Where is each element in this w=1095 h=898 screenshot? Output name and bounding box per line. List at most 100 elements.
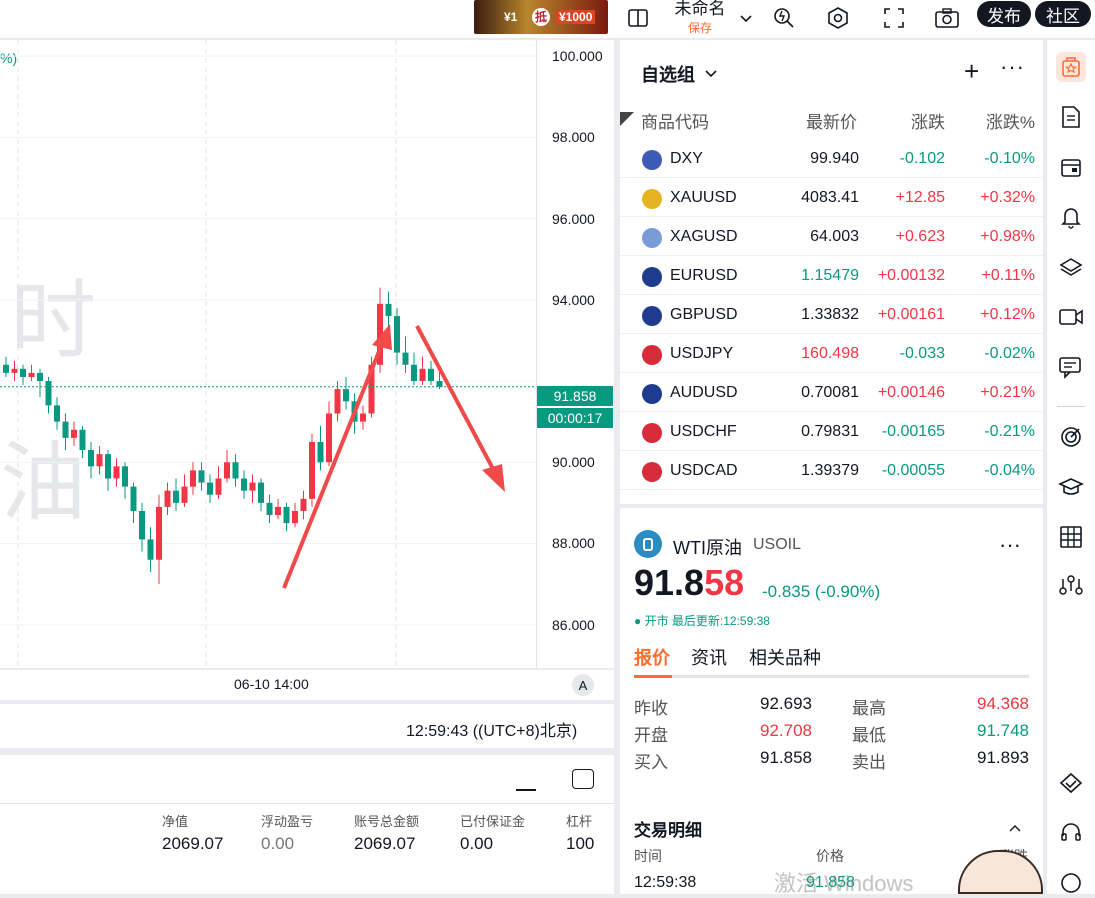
maximize-icon[interactable] <box>572 769 594 789</box>
down-arrow-head <box>482 464 505 492</box>
calendar-icon[interactable] <box>1056 152 1086 182</box>
price-change: -0.835 (-0.90%) <box>762 582 881 601</box>
activate-windows-watermark: 激活 Windows <box>774 871 914 896</box>
row-change-pct: +0.21% <box>980 384 1035 401</box>
bell-icon[interactable] <box>1056 202 1086 232</box>
stat-value: 92.708 <box>760 721 812 740</box>
watchlist-row-audusd[interactable]: AUDUSD 0.70081 +0.00146 +0.21% <box>620 374 1043 412</box>
candle-body <box>54 405 60 422</box>
col-change-pct[interactable]: 涨跌% <box>986 108 1035 133</box>
settings-icon[interactable] <box>824 4 852 32</box>
camera-icon[interactable] <box>933 4 961 32</box>
row-change: -0.00165 <box>881 423 945 440</box>
row-change: -0.102 <box>899 150 945 167</box>
top-toolbar: ¥1 抵 ¥1000 未命名 保存 发布 社区 <box>0 0 1095 38</box>
stat-value: 92.693 <box>760 694 812 713</box>
candle-body <box>105 454 111 479</box>
price-main: 91.8 <box>634 562 705 603</box>
watchlist-row-dxy[interactable]: DXY 99.940 -0.102 -0.10% <box>620 140 1043 178</box>
y-tick-label: 88.000 <box>552 535 595 552</box>
candle-body <box>45 381 52 406</box>
candle-body <box>385 303 392 317</box>
layout-name[interactable]: 未命名 保存 <box>670 0 730 36</box>
table-icon[interactable] <box>1056 522 1086 552</box>
row-last-price: 1.33832 <box>801 306 859 323</box>
timezone-display[interactable]: 12:59:43 ((UTC+8)北京) <box>406 717 577 741</box>
acc-equity-value: 2069.07 <box>162 834 224 853</box>
candle-body <box>207 482 213 495</box>
trade-col-price: 价格 <box>816 848 844 864</box>
row-last-price: 4083.41 <box>801 189 859 206</box>
col-last[interactable]: 最新价 <box>806 108 857 133</box>
row-last-price: 0.70081 <box>801 384 859 401</box>
right-sidebar <box>1047 40 1095 894</box>
network-icon[interactable] <box>1056 570 1086 600</box>
promo-banner[interactable]: ¥1 抵 ¥1000 <box>474 0 608 34</box>
community-button[interactable]: 社区 <box>1035 1 1091 27</box>
chevron-down-icon <box>705 70 717 78</box>
watchlist-title[interactable]: 自选组 <box>641 61 718 87</box>
video-icon[interactable] <box>1056 302 1086 332</box>
layers-icon[interactable] <box>1056 252 1086 282</box>
stat-value: 91.858 <box>760 748 812 767</box>
add-symbol-icon[interactable]: + <box>964 58 979 84</box>
candle-plot[interactable] <box>0 40 537 668</box>
watchlist-row-gbpusd[interactable]: GBPUSD 1.33832 +0.00161 +0.12% <box>620 296 1043 334</box>
tab-quote[interactable]: 报价 <box>634 644 670 670</box>
market-status: ● 开市 最后更新:12:59:38 <box>634 614 770 628</box>
candle-body <box>258 482 264 503</box>
auto-scale-button[interactable]: A <box>572 674 594 696</box>
fullscreen-icon[interactable] <box>880 4 908 32</box>
chevron-down-icon[interactable] <box>732 4 760 32</box>
handshake-icon[interactable] <box>1056 768 1086 798</box>
candle-body <box>11 368 18 373</box>
promo-badge: 抵 <box>532 8 550 26</box>
watchlist-row-usdcad[interactable]: USDCAD 1.39379 -0.00055 -0.04% <box>620 452 1043 490</box>
candle-body <box>402 352 409 365</box>
tab-news[interactable]: 资讯 <box>691 644 727 670</box>
price-chart[interactable]: %) 时 油 100.000 98.000 96.000 94.000 90.000 88… <box>0 40 614 668</box>
acc-equity: 净值 2069.07 <box>162 811 223 854</box>
watchlist-row-xagusd[interactable]: XAGUSD 64.003 +0.623 +0.98% <box>620 218 1043 256</box>
education-icon[interactable] <box>1056 472 1086 502</box>
minimize-icon[interactable] <box>516 789 536 791</box>
watchlist-row-usdjpy[interactable]: USDJPY 160.498 -0.033 -0.02% <box>620 335 1043 373</box>
headset-icon[interactable] <box>1056 818 1086 848</box>
down-trend-arrow <box>415 325 502 483</box>
row-last-price: 1.15479 <box>801 267 859 284</box>
watchlist-row-xauusd[interactable]: XAUUSD 4083.41 +12.85 +0.32% <box>620 179 1043 217</box>
acc-balance-label: 账号总金额 <box>354 814 420 829</box>
acc-balance: 账号总金额 2069.07 <box>354 811 419 854</box>
sidebar-divider <box>1057 406 1085 407</box>
stat-value: 94.368 <box>977 694 1029 713</box>
tab-related[interactable]: 相关品种 <box>749 644 821 670</box>
flag-marker-icon <box>620 112 634 126</box>
row-symbol: AUDUSD <box>670 384 738 401</box>
watchlist-icon[interactable] <box>1056 52 1086 82</box>
more-options-icon[interactable]: ··· <box>999 532 1021 558</box>
col-symbol[interactable]: 商品代码 <box>641 108 709 133</box>
candle-body <box>181 486 188 503</box>
usdcad-flag-icon <box>642 462 662 482</box>
row-change: +0.00161 <box>877 306 945 323</box>
chevron-up-icon[interactable] <box>1008 820 1022 838</box>
more-options-icon[interactable]: ··· <box>1000 54 1025 80</box>
y-tick-label: 94.000 <box>552 291 595 308</box>
detail-tabs: 报价 资讯 相关品种 <box>634 644 1029 678</box>
stat-label: 买入 <box>634 753 668 772</box>
target-icon[interactable] <box>1056 422 1086 452</box>
document-icon[interactable] <box>1056 102 1086 132</box>
panel-layout-icon[interactable] <box>624 4 652 32</box>
account-panel: 净值 2069.07 浮动盈亏 0.00 账号总金额 2069.07 已付保证金 0.0… <box>0 755 614 894</box>
watchlist-row-usdchf[interactable]: USDCHF 0.79831 -0.00165 -0.21% <box>620 413 1043 451</box>
candle-body <box>88 450 94 467</box>
watchlist-row-eurusd[interactable]: EURUSD 1.15479 +0.00132 +0.11% <box>620 257 1043 295</box>
acc-margin: 已付保证金 0.00 <box>460 811 525 854</box>
candle-body <box>232 462 239 479</box>
col-change[interactable]: 涨跌 <box>911 108 945 133</box>
publish-button[interactable]: 发布 <box>977 1 1031 27</box>
chat-icon[interactable] <box>1056 352 1086 382</box>
candle-body <box>113 466 120 479</box>
quick-search-icon[interactable] <box>770 4 798 32</box>
symbol-detail-panel: WTI原油 USOIL ··· 91.858 -0.835 (-0.90%) ●… <box>620 508 1043 896</box>
